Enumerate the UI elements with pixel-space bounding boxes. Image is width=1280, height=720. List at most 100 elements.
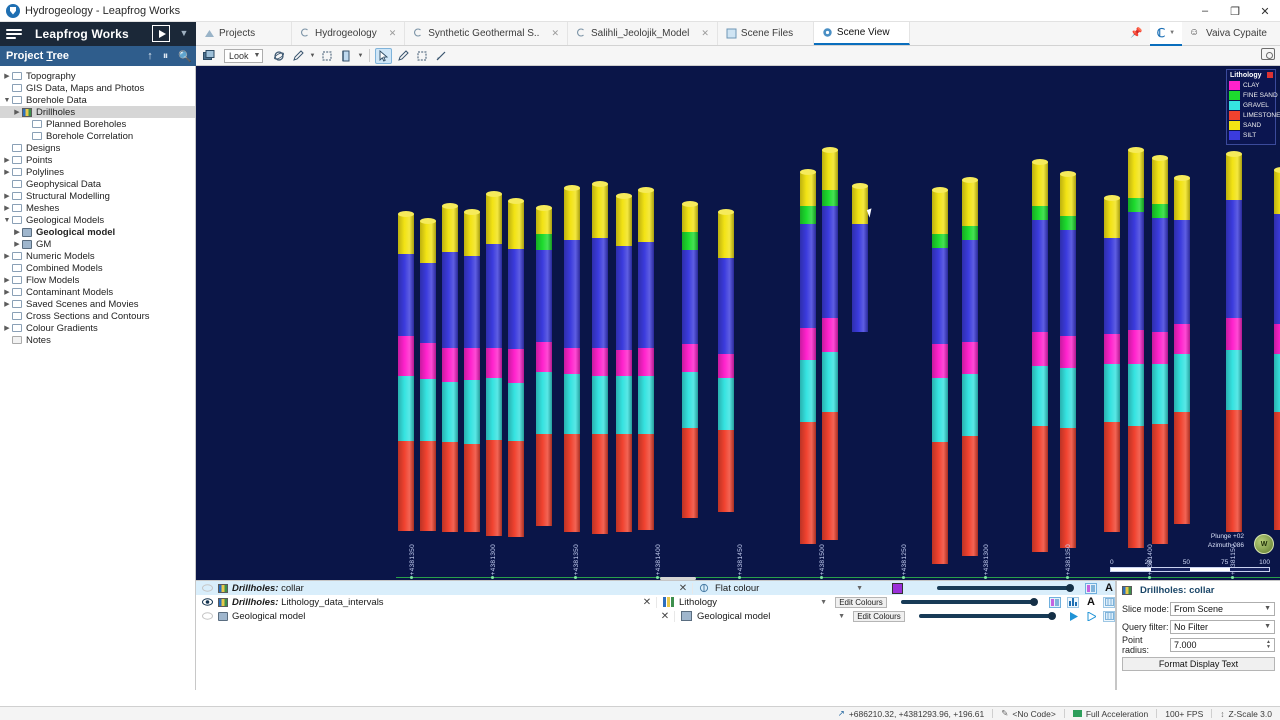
arrow-up-icon[interactable]: ↑ — [147, 50, 153, 62]
opacity-slider[interactable] — [909, 612, 1059, 620]
clipping-box-icon[interactable] — [318, 48, 335, 64]
chevron-right-icon[interactable]: ▶ — [2, 72, 12, 80]
drillhole-column[interactable] — [822, 147, 838, 540]
colour-by-combo[interactable]: Flat colour ▼ — [692, 582, 867, 594]
chevron-right-icon[interactable]: ▶ — [12, 240, 22, 248]
chevron-right-icon[interactable]: ▶ — [2, 324, 12, 332]
tree-item-saved-scenes-and-movies[interactable]: ▶ Saved Scenes and Movies — [0, 298, 195, 310]
drillhole-column[interactable] — [398, 211, 414, 531]
pause-icon[interactable]: ⏸ — [163, 50, 169, 63]
drillhole-column[interactable] — [616, 193, 632, 532]
format-display-text-button[interactable]: Format Display Text — [1122, 657, 1275, 671]
colour-by-combo[interactable]: Lithology ▼ — [656, 596, 831, 608]
table-icon[interactable] — [1103, 596, 1115, 608]
drillhole-column[interactable] — [1104, 195, 1120, 532]
drillhole-column[interactable] — [486, 191, 502, 536]
tree-item-borehole-data[interactable]: ▼ Borehole Data — [0, 94, 195, 106]
tree-item-topography[interactable]: ▶ Topography — [0, 70, 195, 82]
chevron-down-icon[interactable]: ▼ — [2, 217, 12, 224]
opacity-knob[interactable] — [1030, 598, 1038, 606]
slice-mode-field[interactable]: From Scene ▼ — [1170, 601, 1275, 616]
chevron-right-icon[interactable]: ▶ — [2, 276, 12, 284]
opacity-slider[interactable] — [927, 584, 1077, 592]
chevron-down-icon[interactable]: ▼ — [2, 97, 12, 104]
remove-shape-icon[interactable]: ✕ — [674, 583, 692, 594]
draw-tool-icon[interactable] — [289, 48, 306, 64]
histogram-icon[interactable] — [1067, 596, 1079, 608]
measure-pencil-icon[interactable] — [394, 48, 411, 64]
opacity-slider[interactable] — [891, 598, 1041, 606]
chevron-right-icon[interactable]: ▶ — [2, 156, 12, 164]
ruler-icon[interactable] — [432, 48, 449, 64]
save-scene-icon[interactable] — [200, 48, 217, 64]
opacity-knob[interactable] — [1066, 584, 1074, 592]
tree-item-flow-models[interactable]: ▶ Flow Models — [0, 274, 195, 286]
draw-tool-dropdown-icon[interactable]: ▼ — [308, 48, 316, 64]
show-legend-icon[interactable] — [1085, 582, 1097, 594]
polygon-icon[interactable] — [413, 48, 430, 64]
zscale-readout[interactable]: ↕ Z-Scale 3.0 — [1212, 707, 1280, 720]
display-text-icon[interactable]: A — [1103, 582, 1115, 594]
drillhole-column[interactable] — [564, 185, 580, 532]
orbit-icon[interactable] — [270, 48, 287, 64]
shape-list-row[interactable]: Drillholes: collar ✕ Flat colour ▼ A — [196, 581, 1115, 595]
table-icon[interactable] — [1103, 610, 1115, 622]
tree-item-notes[interactable]: Notes — [0, 334, 195, 346]
slicer-dropdown-icon[interactable]: ▼ — [356, 48, 364, 64]
show-legend-icon[interactable] — [1049, 596, 1061, 608]
tree-item-points[interactable]: ▶ Points — [0, 154, 195, 166]
tab-close-icon[interactable]: ✕ — [693, 28, 709, 39]
drillhole-column[interactable] — [464, 209, 480, 532]
drillhole-column[interactable] — [718, 209, 734, 512]
visibility-toggle-icon[interactable] — [196, 612, 218, 620]
spinner-arrows-icon[interactable]: ▲ ▼ — [1266, 639, 1271, 650]
drillhole-column[interactable] — [1174, 175, 1190, 524]
colour-by-combo[interactable]: Geological model ▼ — [674, 610, 849, 622]
drillhole-column[interactable] — [1032, 159, 1048, 552]
camera-icon[interactable] — [1261, 48, 1275, 60]
chevron-down-icon[interactable]: ▼ — [1264, 605, 1271, 612]
tree-item-polylines[interactable]: ▶ Polylines — [0, 166, 195, 178]
pin-icon[interactable]: 📌 — [1123, 22, 1149, 46]
user-account[interactable]: ☺ Vaiva Cypaite — [1182, 22, 1274, 46]
chevron-right-icon[interactable]: ▶ — [2, 288, 12, 296]
look-combo[interactable]: Look ▼ — [224, 48, 264, 63]
drillhole-column[interactable] — [932, 187, 948, 564]
tree-item-geological-model[interactable]: ▶ Geological model — [0, 226, 195, 238]
tree-item-planned-boreholes[interactable]: Planned Boreholes — [0, 118, 195, 130]
shape-list-row[interactable]: Drillholes: Lithology_data_intervals ✕ Lit… — [196, 595, 1115, 609]
chevron-right-icon[interactable]: ▶ — [2, 300, 12, 308]
display-text-icon[interactable]: A — [1085, 596, 1097, 608]
tree-item-combined-models[interactable]: Combined Models — [0, 262, 195, 274]
tab-scene-files[interactable]: Scene Files — [717, 22, 814, 45]
drillhole-column[interactable] — [442, 203, 458, 532]
tree-item-contaminant-models[interactable]: ▶ Contaminant Models — [0, 286, 195, 298]
drillhole-column[interactable] — [536, 205, 552, 526]
play-icon[interactable] — [1067, 611, 1079, 622]
drillhole-column[interactable] — [508, 198, 524, 537]
play-icon[interactable] — [152, 25, 170, 42]
drillhole-column[interactable] — [962, 177, 978, 556]
drillhole-column[interactable] — [1128, 147, 1144, 548]
opacity-knob[interactable] — [1048, 612, 1056, 620]
tree-item-geophysical-data[interactable]: Geophysical Data — [0, 178, 195, 190]
opacity-track[interactable] — [919, 612, 1056, 620]
tree-item-meshes[interactable]: ▶ Meshes — [0, 202, 195, 214]
tree-item-cross-sections-and-contours[interactable]: Cross Sections and Contours — [0, 310, 195, 322]
shape-list-row[interactable]: Geological model ✕ Geological model ▼ Edit C… — [196, 609, 1115, 623]
drillhole-column[interactable] — [682, 201, 698, 518]
hamburger-icon[interactable] — [6, 29, 28, 39]
tab-close-icon[interactable]: ✕ — [381, 28, 397, 39]
query-filter-field[interactable]: No Filter ▼ — [1170, 619, 1275, 634]
drillhole-column[interactable] — [1274, 167, 1280, 530]
remove-shape-icon[interactable]: ✕ — [656, 611, 674, 622]
remove-shape-icon[interactable]: ✕ — [638, 597, 656, 608]
chevron-right-icon[interactable]: ▶ — [12, 108, 22, 116]
chevron-down-icon[interactable]: ▼ — [177, 26, 191, 40]
flat-colour-swatch[interactable] — [891, 582, 903, 594]
drillhole-column[interactable] — [800, 169, 816, 544]
scene-view-3d[interactable]: +205+200+195+190+185+180+175+170+165+160… — [196, 66, 1280, 580]
visibility-toggle-icon[interactable] — [196, 584, 218, 592]
drillhole-column[interactable] — [1226, 151, 1242, 532]
chevron-right-icon[interactable]: ▶ — [2, 192, 12, 200]
